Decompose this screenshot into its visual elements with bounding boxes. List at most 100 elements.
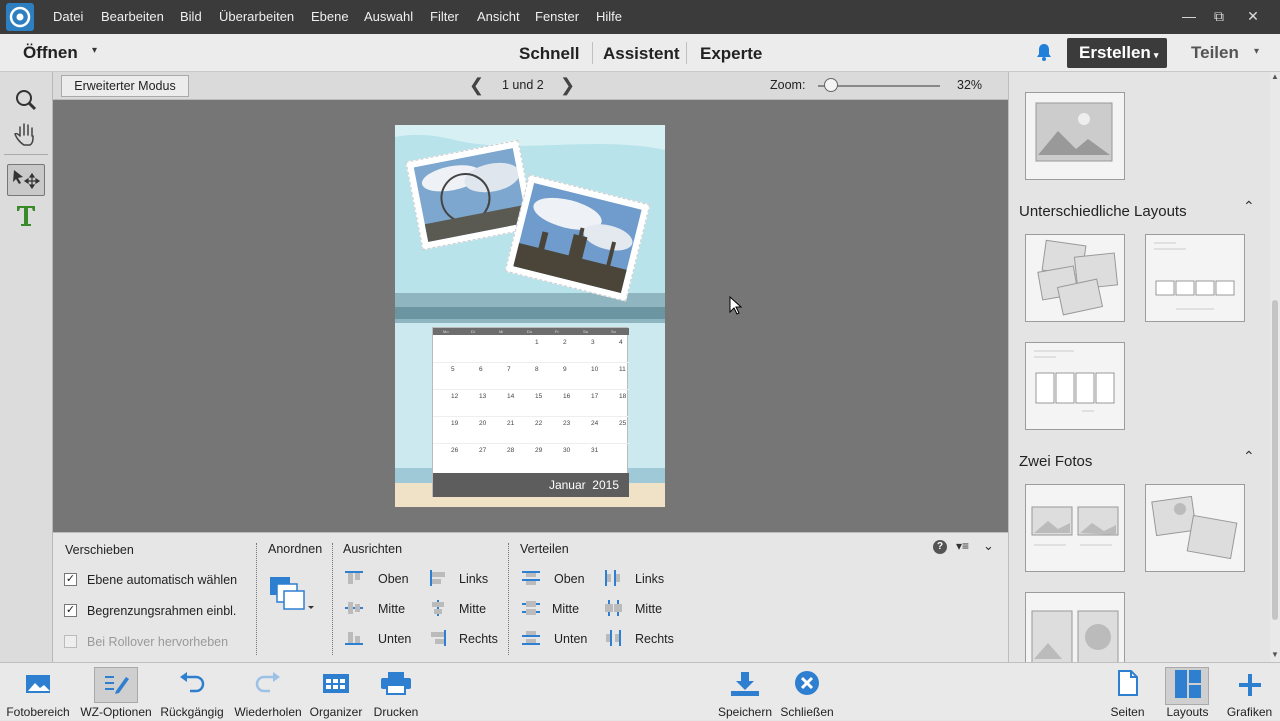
photo-parliament bbox=[513, 182, 642, 294]
menu-bild[interactable]: Bild bbox=[180, 9, 202, 24]
distribute-top-label[interactable]: Oben bbox=[554, 572, 585, 586]
graphics-button[interactable]: Grafiken bbox=[1222, 663, 1277, 721]
align-center-icon[interactable] bbox=[429, 600, 447, 616]
distribute-right-icon[interactable] bbox=[604, 630, 622, 646]
menu-ueberarbeiten[interactable]: Überarbeiten bbox=[219, 9, 294, 24]
distribute-top-icon[interactable] bbox=[522, 570, 540, 586]
text-tool[interactable] bbox=[7, 200, 45, 232]
menu-bearbeiten[interactable]: Bearbeiten bbox=[101, 9, 164, 24]
panel-menu-icon[interactable]: ▾≡ bbox=[956, 539, 969, 553]
tool-options-button[interactable]: WZ-Optionen bbox=[78, 663, 154, 721]
option-bar: Erweiterter Modus ❮ 1 und 2 ❯ Zoom: 32% bbox=[53, 72, 1008, 100]
menu-fenster[interactable]: Fenster bbox=[535, 9, 579, 24]
rollover-checkbox[interactable] bbox=[64, 635, 77, 648]
collapse-two-photos-icon[interactable]: ⌃ bbox=[1243, 448, 1255, 465]
calendar-month-label: Januar 2015 bbox=[548, 478, 619, 492]
advanced-mode-button[interactable]: Erweiterter Modus bbox=[61, 75, 189, 97]
pages-button[interactable]: Seiten bbox=[1100, 663, 1155, 721]
menu-hilfe[interactable]: Hilfe bbox=[596, 9, 622, 24]
layout-thumb-scattered[interactable] bbox=[1025, 234, 1125, 322]
print-button[interactable]: Drucken bbox=[366, 663, 426, 721]
share-button[interactable]: Teilen bbox=[1191, 43, 1239, 63]
align-left-label[interactable]: Links bbox=[459, 572, 488, 586]
auto-select-checkbox[interactable]: ✓ bbox=[64, 573, 77, 586]
align-bottom-icon[interactable] bbox=[345, 630, 363, 646]
align-center-label[interactable]: Mitte bbox=[459, 602, 486, 616]
mode-schnell[interactable]: Schnell bbox=[519, 44, 579, 64]
distribute-left-icon[interactable] bbox=[604, 570, 622, 586]
layout-thumb-four-row[interactable] bbox=[1145, 234, 1245, 322]
calendar-day: 16 bbox=[563, 393, 571, 400]
hand-tool[interactable] bbox=[7, 118, 45, 150]
restore-button[interactable]: ⧉ bbox=[1204, 3, 1234, 29]
align-bottom-label[interactable]: Unten bbox=[378, 632, 411, 646]
help-icon[interactable]: ? bbox=[933, 540, 947, 554]
distribute-left-label[interactable]: Links bbox=[635, 572, 664, 586]
distribute-center-icon[interactable] bbox=[604, 600, 622, 616]
align-section-title: Ausrichten bbox=[343, 542, 403, 556]
layout-thumb-four-tall[interactable] bbox=[1025, 342, 1125, 430]
zoom-tool[interactable] bbox=[7, 84, 45, 116]
notification-bell-icon[interactable] bbox=[1034, 42, 1054, 62]
collapse-panel-icon[interactable]: ⌄ bbox=[983, 538, 994, 554]
align-top-icon[interactable] bbox=[345, 570, 363, 586]
zoom-slider-handle[interactable] bbox=[824, 78, 839, 92]
redo-button[interactable]: Wiederholen bbox=[230, 663, 306, 721]
scrollbar-thumb[interactable] bbox=[1272, 300, 1278, 620]
menu-filter[interactable]: Filter bbox=[430, 9, 459, 24]
mode-separator bbox=[686, 42, 687, 64]
menu-datei[interactable]: Datei bbox=[53, 9, 83, 24]
distribute-bottom-icon[interactable] bbox=[522, 630, 540, 646]
next-page-icon[interactable]: ❯ bbox=[560, 75, 575, 96]
layouts-button[interactable]: Layouts bbox=[1160, 663, 1215, 721]
distribute-middle-label[interactable]: Mitte bbox=[552, 602, 579, 616]
organizer-button[interactable]: Organizer bbox=[306, 663, 366, 721]
layout-thumb-two-tilted[interactable] bbox=[1145, 484, 1245, 572]
mode-experte[interactable]: Experte bbox=[700, 44, 762, 64]
save-button[interactable]: Speichern bbox=[714, 663, 776, 721]
calendar-day: 17 bbox=[591, 393, 599, 400]
arrange-icon[interactable] bbox=[268, 575, 318, 615]
scroll-up-icon[interactable]: ▲ bbox=[1271, 72, 1279, 81]
collapse-layouts-icon[interactable]: ⌃ bbox=[1243, 198, 1255, 215]
distribute-middle-icon[interactable] bbox=[522, 600, 540, 616]
calendar-page[interactable]: Mo Di Mi Do Fr Sa So 1 2 3 4 5 6 7 8 9 10 11 12 13 14 15 16 17… bbox=[395, 125, 665, 507]
distribute-center-label[interactable]: Mitte bbox=[635, 602, 662, 616]
calendar-weekday: Fr bbox=[555, 329, 559, 334]
layouts-scrollbar[interactable]: ▲ ▼ bbox=[1270, 72, 1280, 662]
prev-page-icon[interactable]: ❮ bbox=[469, 75, 484, 96]
close-window-button[interactable]: ✕ bbox=[1238, 3, 1268, 29]
layout-thumb-single[interactable] bbox=[1025, 92, 1125, 180]
undo-button[interactable]: Rückgängig bbox=[156, 663, 228, 721]
show-bbox-checkbox[interactable]: ✓ bbox=[64, 604, 77, 617]
align-right-label[interactable]: Rechts bbox=[459, 632, 498, 646]
menu-ansicht[interactable]: Ansicht bbox=[477, 9, 520, 24]
close-button[interactable]: Schließen bbox=[776, 663, 838, 721]
minimize-button[interactable]: — bbox=[1174, 3, 1204, 29]
create-button[interactable]: Erstellen ▾ bbox=[1067, 38, 1167, 68]
distribute-bottom-label[interactable]: Unten bbox=[554, 632, 587, 646]
calendar-day: 9 bbox=[563, 366, 567, 373]
distribute-right-label[interactable]: Rechts bbox=[635, 632, 674, 646]
menu-auswahl[interactable]: Auswahl bbox=[364, 9, 413, 24]
share-dropdown-icon[interactable]: ▾ bbox=[1254, 46, 1259, 57]
open-dropdown-icon[interactable]: ▾ bbox=[92, 45, 97, 56]
bottom-bar: Fotobereich WZ-Optionen Rückgängig Wiede… bbox=[0, 662, 1280, 720]
layout-thumb-two-side[interactable] bbox=[1025, 484, 1125, 572]
align-right-icon[interactable] bbox=[429, 630, 447, 646]
close-label: Schließen bbox=[780, 705, 834, 719]
move-tool[interactable] bbox=[7, 164, 45, 196]
align-middle-label[interactable]: Mitte bbox=[378, 602, 405, 616]
mode-assistent[interactable]: Assistent bbox=[603, 44, 680, 64]
align-left-icon[interactable] bbox=[429, 570, 447, 586]
calendar-grid[interactable]: Mo Di Mi Do Fr Sa So 1 2 3 4 5 6 7 8 9 10 11 12 13 14 15 16 17… bbox=[432, 327, 629, 497]
open-button[interactable]: Öffnen bbox=[23, 43, 78, 63]
photo-bin-button[interactable]: Fotobereich bbox=[0, 663, 76, 721]
menu-ebene[interactable]: Ebene bbox=[311, 9, 349, 24]
align-top-label[interactable]: Oben bbox=[378, 572, 409, 586]
scroll-down-icon[interactable]: ▼ bbox=[1271, 650, 1279, 659]
create-label: Erstellen bbox=[1079, 43, 1151, 62]
calendar-day: 6 bbox=[479, 366, 483, 373]
distribute-section-title: Verteilen bbox=[520, 542, 569, 556]
align-middle-icon[interactable] bbox=[345, 600, 363, 616]
